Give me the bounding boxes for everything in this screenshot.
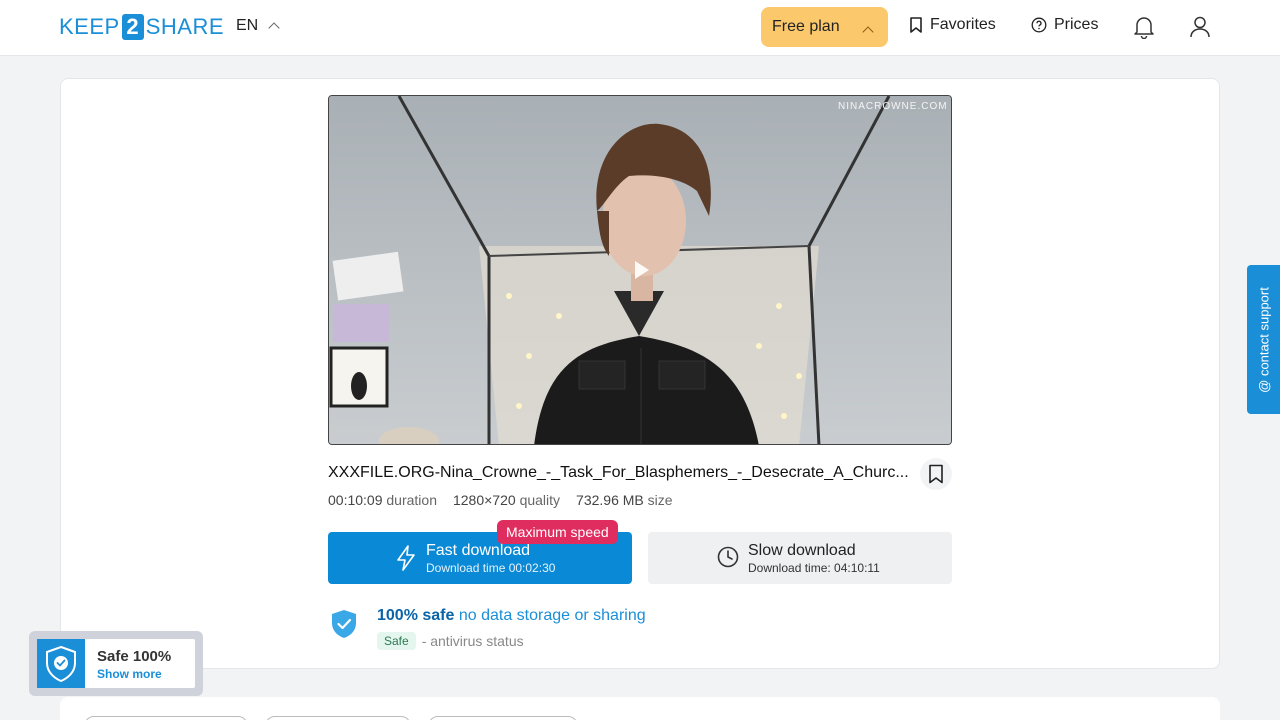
safe-badge-icon-box — [37, 639, 85, 688]
slow-download-label: Slow download — [748, 542, 856, 559]
slow-download-time: Download time: 04:10:11 — [748, 561, 880, 575]
bottom-tab[interactable] — [428, 716, 578, 720]
top-header: KEEP 2 SHARE EN Free plan Favorites Prices — [0, 0, 1280, 56]
file-meta: 00:10:09 duration 1280×720 quality 732.9… — [328, 492, 673, 508]
prices-label: Prices — [1054, 16, 1099, 33]
language-selector[interactable]: EN — [236, 17, 280, 35]
contact-support-tab[interactable]: @ contact support — [1247, 265, 1280, 414]
lightning-icon — [397, 545, 415, 571]
play-icon[interactable] — [635, 261, 649, 279]
file-title: XXXFILE.ORG-Nina_Crowne_-_Task_For_Blasp… — [328, 464, 909, 481]
logo-text-keep: KEEP — [59, 14, 120, 39]
bottom-section — [60, 697, 1220, 720]
add-to-favorites-button[interactable] — [920, 458, 952, 490]
fast-download-time: Download time 00:02:30 — [426, 561, 556, 575]
size-label: size — [647, 492, 673, 508]
free-plan-button[interactable]: Free plan — [761, 7, 888, 47]
quality-meta: 1280×720 quality — [453, 492, 560, 508]
keep2share-logo[interactable]: KEEP 2 SHARE — [59, 14, 224, 40]
bookmark-icon — [929, 464, 943, 484]
antivirus-status: Safe - antivirus status — [377, 632, 524, 650]
size-value: 732.96 MB — [576, 492, 644, 508]
favorites-label: Favorites — [930, 16, 996, 33]
safety-statement: 100% safe no data storage or sharing — [377, 607, 646, 625]
shield-check-icon — [46, 645, 76, 682]
quality-label: quality — [519, 492, 561, 508]
favorites-link[interactable]: Favorites — [909, 16, 996, 34]
chevron-up-icon — [862, 26, 874, 38]
free-plan-label: Free plan — [772, 18, 840, 35]
shield-check-icon — [332, 610, 356, 638]
quality-value: 1280×720 — [452, 492, 516, 508]
duration-meta: 00:10:09 duration — [328, 492, 437, 508]
antivirus-status-text: - antivirus status — [421, 633, 524, 649]
bottom-tab[interactable] — [84, 716, 248, 720]
safe-badge-title: Safe 100% — [97, 648, 172, 665]
user-icon — [1190, 16, 1210, 38]
prices-link[interactable]: Prices — [1031, 16, 1098, 34]
fast-download-label: Fast download — [426, 542, 531, 559]
logo-text-share: SHARE — [145, 14, 224, 39]
logo-text-2: 2 — [121, 14, 144, 40]
maximum-speed-badge: Maximum speed — [497, 520, 618, 544]
safe-100-badge[interactable]: Safe 100% Show more — [29, 631, 203, 696]
safe-badge-show-more[interactable]: Show more — [97, 667, 162, 681]
clock-icon — [717, 546, 739, 568]
safe-badge-inner: Safe 100% Show more — [37, 639, 195, 688]
safety-text: no data storage or sharing — [458, 607, 646, 624]
slow-download-button[interactable]: Slow download Download time: 04:10:11 — [648, 532, 952, 584]
antivirus-status-pill: Safe — [377, 632, 416, 650]
safety-bold: 100% safe — [377, 607, 455, 624]
bell-icon — [1134, 17, 1154, 39]
bookmark-icon — [910, 17, 922, 33]
contact-support-label: @ contact support — [1256, 286, 1271, 393]
video-watermark: NINACROWNE.COM — [838, 101, 948, 112]
help-circle-icon — [1031, 17, 1047, 33]
duration-label: duration — [386, 492, 437, 508]
notifications-button[interactable] — [1132, 14, 1156, 40]
account-button[interactable] — [1188, 14, 1212, 40]
bottom-tab[interactable] — [265, 716, 411, 720]
duration-value: 00:10:09 — [328, 492, 383, 508]
size-meta: 732.96 MB size — [576, 492, 673, 508]
language-label: EN — [236, 17, 259, 34]
chevron-up-icon — [268, 22, 280, 34]
